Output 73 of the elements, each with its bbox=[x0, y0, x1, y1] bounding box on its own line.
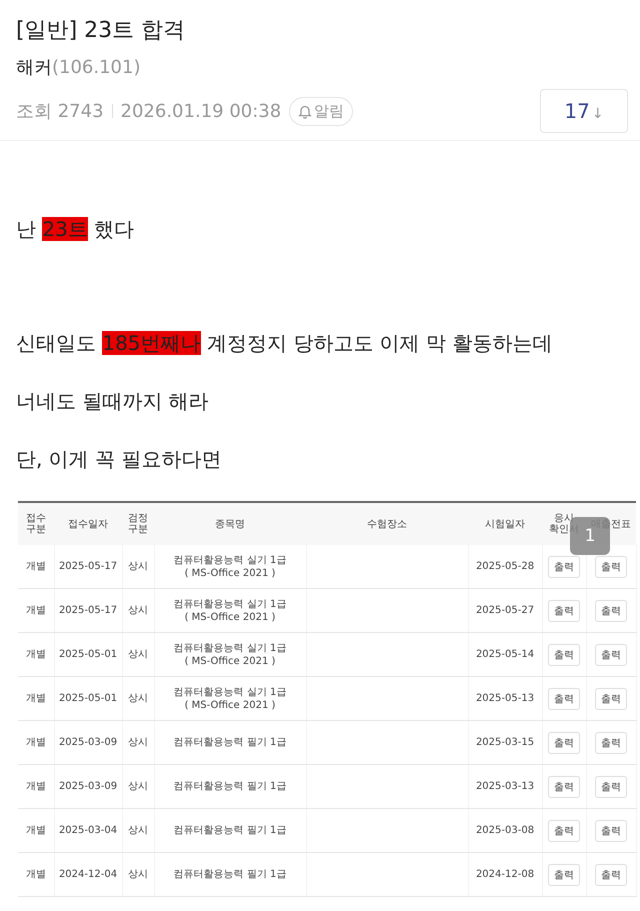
table-cell: 2025-03-09 bbox=[54, 764, 122, 808]
table-cell: 2025-05-14 bbox=[468, 632, 542, 676]
print-button[interactable]: 출력 bbox=[595, 776, 627, 798]
print-button[interactable]: 출력 bbox=[595, 644, 627, 666]
print-button[interactable]: 출력 bbox=[548, 688, 580, 710]
table-cell: 2025-03-15 bbox=[468, 720, 542, 764]
table-cell: 개별 bbox=[18, 588, 54, 632]
table-cell: 2025-05-01 bbox=[54, 676, 122, 720]
table-cell: 2025-03-09 bbox=[54, 720, 122, 764]
print-button[interactable]: 출력 bbox=[595, 556, 627, 578]
print-button[interactable]: 출력 bbox=[548, 644, 580, 666]
print-button[interactable]: 출력 bbox=[548, 864, 580, 886]
column-header: 접수 구분 bbox=[18, 502, 54, 545]
column-header: 검정 구분 bbox=[122, 502, 154, 545]
post-title: [일반] 23트 합격 bbox=[16, 17, 186, 45]
table-cell: 개별 bbox=[18, 764, 54, 808]
table-cell: 2025-05-17 bbox=[54, 545, 122, 588]
print-button[interactable]: 출력 bbox=[548, 556, 580, 578]
table-cell: 상시 bbox=[122, 764, 154, 808]
print-button[interactable]: 출력 bbox=[595, 600, 627, 622]
print-button[interactable]: 출력 bbox=[595, 732, 627, 754]
body-paragraph: 너네도 될때까지 해라 bbox=[16, 388, 210, 415]
column-header: 접수일자 bbox=[54, 502, 122, 545]
print-button[interactable]: 출력 bbox=[548, 776, 580, 798]
table-cell: 상시 bbox=[122, 720, 154, 764]
author-name[interactable]: 해커 bbox=[16, 57, 52, 78]
print-button[interactable]: 출력 bbox=[595, 864, 627, 886]
bell-icon bbox=[298, 104, 312, 118]
table-cell: 2025-03-13 bbox=[468, 764, 542, 808]
table-cell: 개별 bbox=[18, 632, 54, 676]
table-cell: 컴퓨터활용능력 실기 1급 ( MS-Office 2021 ) bbox=[154, 588, 306, 632]
table-cell: 2025-03-04 bbox=[54, 808, 122, 852]
table-cell: 상시 bbox=[122, 808, 154, 852]
table-cell: 2024-12-04 bbox=[54, 852, 122, 896]
table-cell: 2025-05-27 bbox=[468, 588, 542, 632]
print-button[interactable]: 출력 bbox=[548, 600, 580, 622]
table-cell: 상시 bbox=[122, 545, 154, 588]
table-cell: 2025-05-13 bbox=[468, 676, 542, 720]
table-cell: 개별 bbox=[18, 808, 54, 852]
column-header: 수험장소 bbox=[306, 502, 468, 545]
table-cell: 컴퓨터활용능력 필기 1급 bbox=[154, 764, 306, 808]
body-paragraph: 신태일도 185번째나 계정정지 당하고도 이제 막 활동하는데 bbox=[16, 330, 554, 357]
table-cell: 개별 bbox=[18, 852, 54, 896]
table-cell: 컴퓨터활용능력 실기 1급 ( MS-Office 2021 ) bbox=[154, 676, 306, 720]
table-cell: 상시 bbox=[122, 676, 154, 720]
body-paragraph: 단, 이게 꼭 필요하다면 bbox=[16, 446, 222, 473]
table-cell: 컴퓨터활용능력 필기 1급 bbox=[154, 808, 306, 852]
table-cell: 개별 bbox=[18, 676, 54, 720]
post-date: 2026.01.19 00:38 bbox=[120, 100, 282, 122]
print-button[interactable]: 출력 bbox=[548, 820, 580, 842]
print-button[interactable]: 출력 bbox=[548, 732, 580, 754]
table-cell: 상시 bbox=[122, 852, 154, 896]
print-button[interactable]: 출력 bbox=[595, 688, 627, 710]
column-header: 종목명 bbox=[154, 502, 306, 545]
table-cell: 2025-05-17 bbox=[54, 588, 122, 632]
table-cell: 개별 bbox=[18, 545, 54, 588]
table-cell: 2025-05-28 bbox=[468, 545, 542, 588]
column-header: 시험일자 bbox=[468, 502, 542, 545]
table-cell: 컴퓨터활용능력 실기 1급 ( MS-Office 2021 ) bbox=[154, 632, 306, 676]
view-count: 조회 2743 bbox=[16, 100, 104, 123]
table-cell: 2025-05-01 bbox=[54, 632, 122, 676]
print-button[interactable]: 출력 bbox=[595, 820, 627, 842]
table-cell: 컴퓨터활용능력 실기 1급 ( MS-Office 2021 ) bbox=[154, 545, 306, 588]
comment-count-button[interactable]: 17↓ bbox=[540, 89, 628, 133]
table-cell: 상시 bbox=[122, 632, 154, 676]
table-cell: 컴퓨터활용능력 필기 1급 bbox=[154, 720, 306, 764]
table-cell: 2025-03-08 bbox=[468, 808, 542, 852]
author-ip: (106.101) bbox=[52, 57, 140, 78]
body-paragraph: 난 23트 했다 bbox=[16, 216, 136, 243]
table-cell: 컴퓨터활용능력 필기 1급 bbox=[154, 852, 306, 896]
table-cell: 2024-12-08 bbox=[468, 852, 542, 896]
table-cell: 개별 bbox=[18, 720, 54, 764]
table-cell: 상시 bbox=[122, 588, 154, 632]
